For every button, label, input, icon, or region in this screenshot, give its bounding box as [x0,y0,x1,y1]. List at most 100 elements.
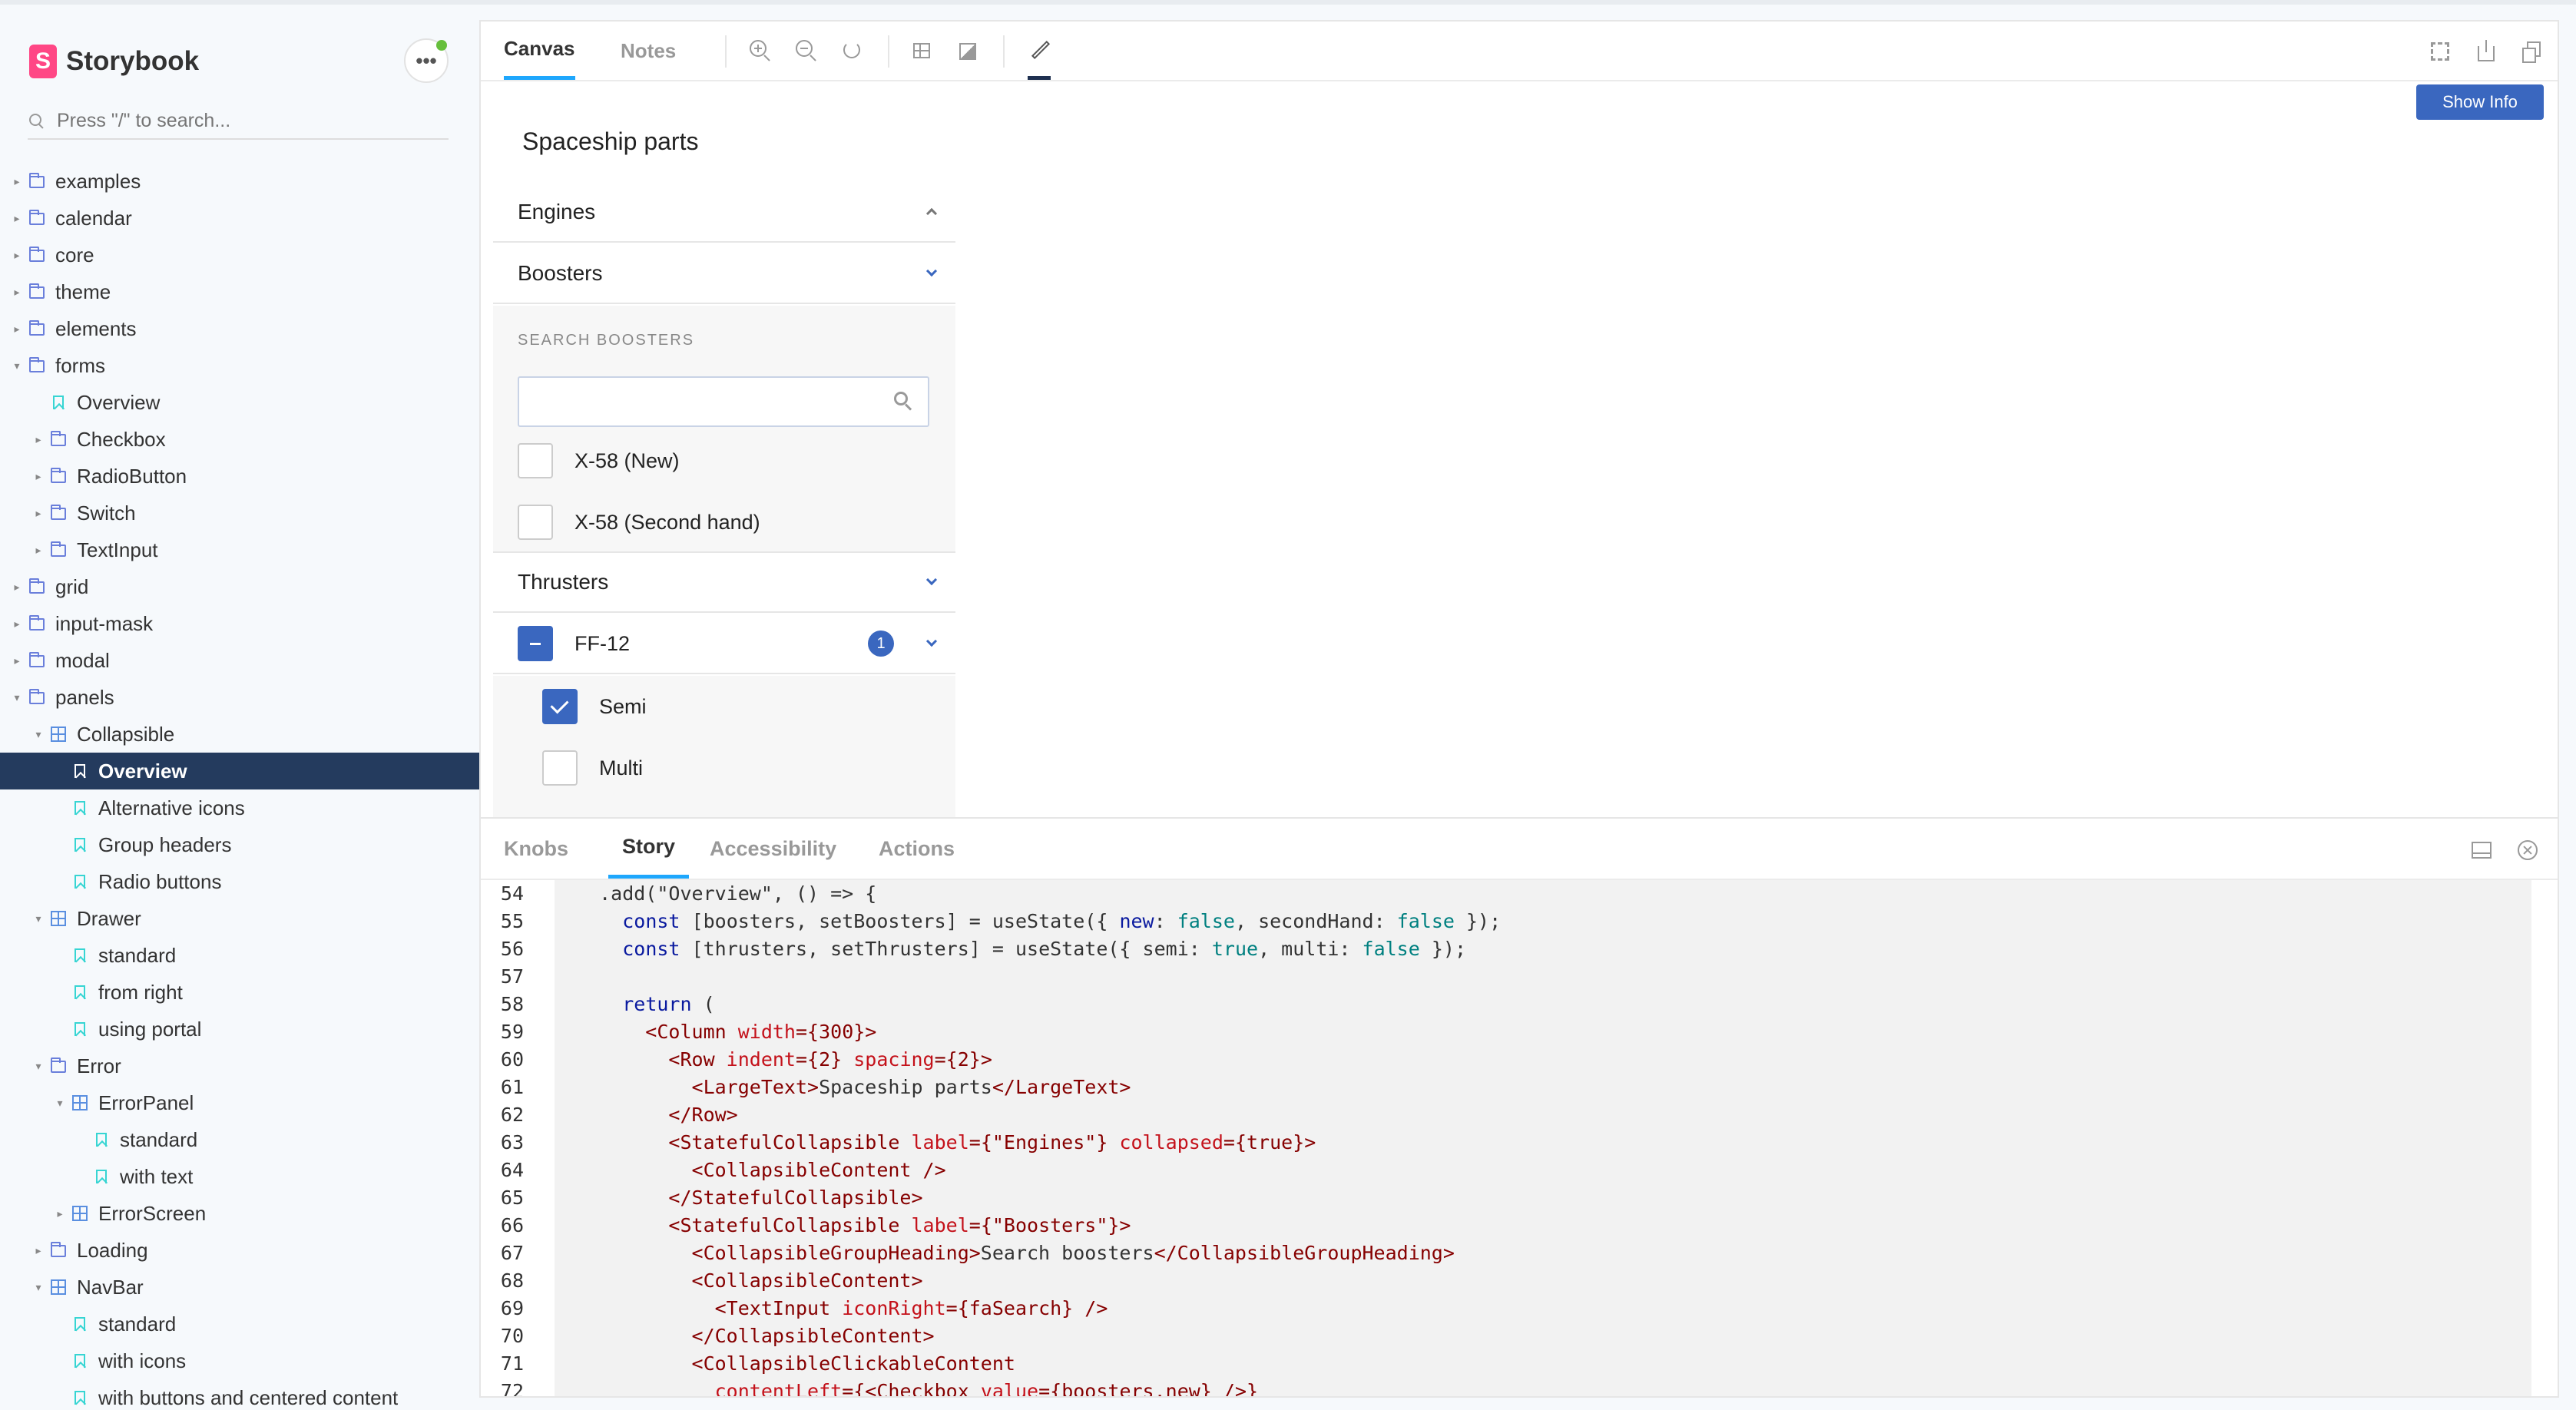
caret-down-icon[interactable]: ▾ [11,691,23,704]
caret-right-icon[interactable]: ▸ [11,212,23,225]
sidebar-item[interactable]: standard [0,1306,479,1342]
checkbox[interactable] [542,750,578,786]
collapsible-engines[interactable]: Engines [493,183,955,243]
sidebar-item[interactable]: ▸ calendar [0,200,479,237]
sidebar-item[interactable]: ▾ forms [0,347,479,384]
zoom-in-icon[interactable] [750,40,773,63]
caret-right-icon[interactable]: ▸ [32,433,45,446]
share-icon[interactable] [2475,40,2498,63]
caret-right-icon[interactable]: ▸ [32,544,45,557]
sidebar-item[interactable]: ▾ panels [0,679,479,716]
checkbox[interactable] [518,505,553,540]
checkbox-checked[interactable] [542,689,578,724]
tab-actions[interactable]: Actions [879,819,955,879]
sidebar-item[interactable]: from right [0,974,479,1011]
sidebar-item[interactable]: ▸ Checkbox [0,421,479,458]
booster-option[interactable]: X-58 (Second hand) [493,492,955,553]
code-line: 64 <CollapsibleContent /> [481,1157,2531,1184]
sidebar-item[interactable]: using portal [0,1011,479,1048]
sidebar-item[interactable]: ▾ Drawer [0,900,479,937]
search-input[interactable] [57,109,425,132]
sidebar-item[interactable]: Radio buttons [0,863,479,900]
sidebar-item[interactable]: standard [0,937,479,974]
sidebar-item[interactable]: ▾ ErrorPanel [0,1084,479,1121]
preview-panel: Canvas Notes Show Info Spaceship parts E… [479,20,2559,819]
sidebar-item[interactable]: ▸ RadioButton [0,458,479,495]
caret-right-icon[interactable]: ▸ [32,470,45,483]
sidebar-item[interactable]: with buttons and centered content [0,1379,479,1410]
sidebar-item[interactable]: Overview [0,753,479,789]
sidebar-item[interactable]: Overview [0,384,479,421]
story-icon [74,875,85,889]
sidebar-item[interactable]: ▸ modal [0,642,479,679]
caret-right-icon[interactable]: ▸ [54,1207,66,1220]
sidebar-item[interactable]: with icons [0,1342,479,1379]
caret-right-icon[interactable]: ▸ [11,617,23,631]
code-token: <StatefulCollapsible [576,1131,912,1153]
sidebar-item[interactable]: ▸ ErrorScreen [0,1195,479,1232]
booster-option[interactable]: X-58 (New) [493,430,955,492]
sidebar-item[interactable]: ▸ input-mask [0,605,479,642]
collapsible-thrusters[interactable]: Thrusters [493,553,955,613]
sidebar-item[interactable]: ▸ examples [0,163,479,200]
sidebar-item[interactable]: ▸ TextInput [0,531,479,568]
thruster-group-ff12[interactable]: FF-12 1 [493,614,955,674]
caret-down-icon[interactable]: ▾ [32,1281,45,1294]
caret-right-icon[interactable]: ▸ [32,507,45,520]
caret-right-icon[interactable]: ▸ [11,654,23,667]
sidebar-item[interactable]: ▸ elements [0,310,479,347]
show-info-button[interactable]: Show Info [2416,84,2544,120]
line-number: 62 [500,1104,524,1126]
sidebar-item[interactable]: ▾ Error [0,1048,479,1084]
tab-accessibility[interactable]: Accessibility [710,819,836,879]
tab-story[interactable]: Story [608,819,690,879]
code-text: <CollapsibleContent> [576,1267,923,1295]
sidebar-item[interactable]: Group headers [0,826,479,863]
thruster-option[interactable]: Multi [493,737,955,799]
settings-menu-button[interactable]: ••• [404,38,449,83]
caret-down-icon[interactable]: ▾ [32,912,45,925]
sidebar-item-label: from right [98,980,183,1004]
fullscreen-icon[interactable] [2429,40,2452,63]
thruster-option[interactable]: Semi [493,676,955,737]
sidebar-item[interactable]: ▸ theme [0,273,479,310]
caret-right-icon[interactable]: ▸ [32,1244,45,1257]
grid-icon[interactable] [911,40,934,63]
zoom-reset-icon[interactable] [842,40,865,63]
caret-right-icon[interactable]: ▸ [11,581,23,594]
close-panel-icon[interactable] [2516,839,2539,860]
sidebar-item[interactable]: standard [0,1121,479,1158]
tab-notes[interactable]: Notes [621,22,676,80]
caret-down-icon[interactable]: ▾ [54,1097,66,1110]
caret-right-icon[interactable]: ▸ [11,323,23,336]
collapsible-boosters[interactable]: Boosters [493,244,955,304]
sidebar-item[interactable]: ▾ NavBar [0,1269,479,1306]
sidebar-item[interactable]: with text [0,1158,479,1195]
copy-link-icon[interactable] [2521,40,2544,63]
checkbox-indeterminate[interactable] [518,626,553,661]
dock-position-icon[interactable] [2470,839,2493,860]
caret-right-icon[interactable]: ▸ [11,286,23,299]
caret-down-icon[interactable]: ▾ [11,359,23,372]
zoom-out-icon[interactable] [796,40,819,63]
caret-right-icon[interactable]: ▸ [11,249,23,262]
code-token: false [1396,910,1455,932]
sidebar-item[interactable]: ▸ Loading [0,1232,479,1269]
pencil-icon[interactable] [1028,34,1051,80]
tab-knobs[interactable]: Knobs [504,819,568,879]
brand[interactable]: S Storybook [29,41,199,81]
tab-canvas[interactable]: Canvas [504,22,575,80]
sidebar-item[interactable]: ▸ Switch [0,495,479,531]
search-boosters-input[interactable] [518,376,929,427]
collapsible-label: Boosters [518,261,603,285]
sidebar-item[interactable]: ▾ Collapsible [0,716,479,753]
checkbox[interactable] [518,443,553,478]
caret-down-icon[interactable]: ▾ [32,1060,45,1073]
background-icon[interactable] [957,40,980,63]
sidebar-item-label: Group headers [98,832,232,856]
sidebar-item[interactable]: ▸ core [0,237,479,273]
sidebar-item[interactable]: Alternative icons [0,789,479,826]
caret-down-icon[interactable]: ▾ [32,728,45,741]
caret-right-icon[interactable]: ▸ [11,175,23,188]
sidebar-item[interactable]: ▸ grid [0,568,479,605]
